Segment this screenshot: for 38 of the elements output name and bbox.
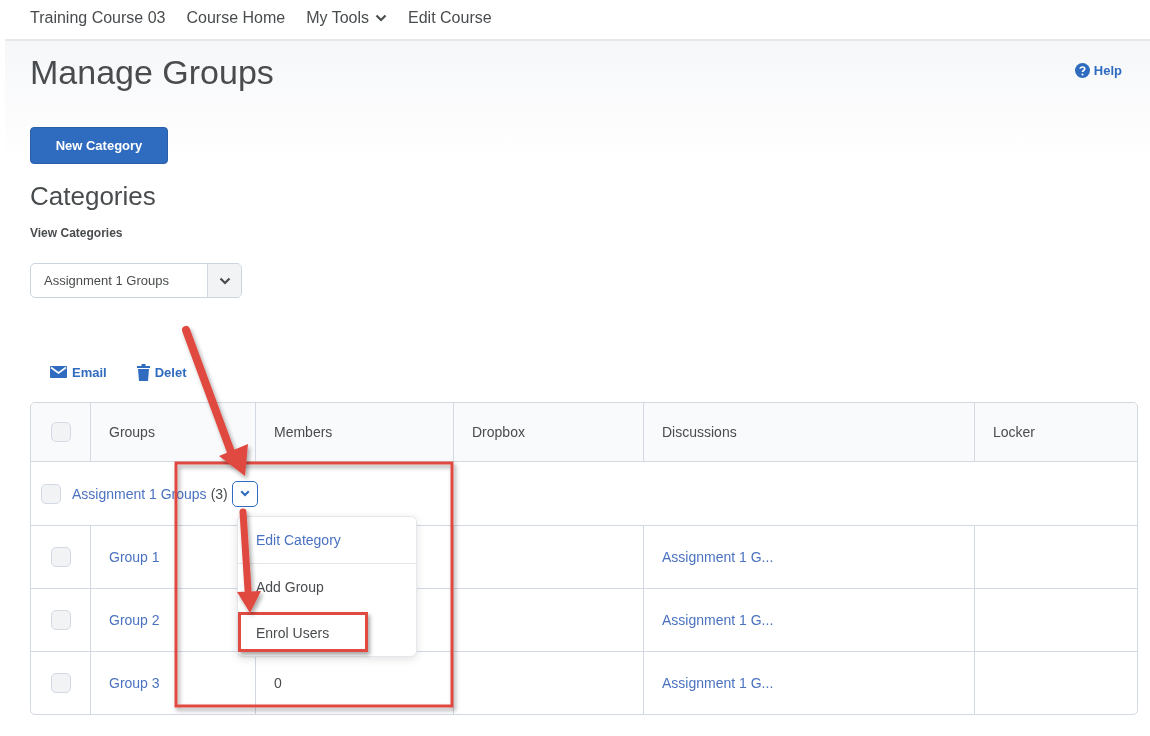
menu-item[interactable]: Edit Category (238, 517, 416, 563)
nav-link[interactable]: Course Home (186, 8, 286, 28)
section-heading: Categories (30, 180, 157, 212)
nav-link[interactable]: Edit Course (408, 8, 492, 28)
nav-link[interactable]: Training Course 03 (30, 8, 166, 28)
envelope-icon (50, 366, 67, 378)
trash-icon (136, 363, 150, 381)
category-select[interactable]: Assignment 1 Groups (30, 263, 242, 298)
help-icon (1074, 63, 1090, 78)
column-header: Groups (109, 424, 155, 440)
menu-toggle-button[interactable] (231, 480, 258, 507)
column-header: Dropbox (472, 424, 525, 440)
chevron-down-icon (218, 276, 231, 285)
menu-item[interactable]: Enrol Users (238, 612, 368, 652)
group-link[interactable]: Group 2 (109, 612, 160, 628)
checkbox[interactable] (50, 673, 71, 693)
member-count: 0 (274, 675, 282, 691)
checkbox[interactable] (50, 422, 71, 442)
help-link[interactable]: Help (1074, 63, 1122, 78)
filter-label: View Categories (30, 226, 124, 242)
discussion-link[interactable]: Assignment 1 G... (662, 549, 774, 565)
column-header: Members (274, 424, 333, 440)
column-header: Locker (993, 424, 1036, 440)
email-button[interactable]: Email (50, 362, 107, 382)
group-link[interactable]: Group 3 (109, 675, 160, 691)
page-title: Manage Groups (30, 52, 274, 93)
discussion-link[interactable]: Assignment 1 G... (662, 612, 774, 628)
delete-button[interactable]: Delet (136, 362, 187, 382)
new-category-button[interactable]: New Category (30, 127, 168, 164)
nav-link[interactable]: My Tools (306, 8, 388, 28)
chevron-down-icon (239, 490, 250, 497)
checkbox[interactable] (50, 547, 71, 567)
group-link[interactable]: Group 1 (109, 549, 160, 565)
group-count: (3) (210, 485, 228, 502)
checkbox[interactable] (50, 610, 71, 630)
column-header: Discussions (662, 424, 737, 440)
checkbox[interactable] (41, 483, 61, 504)
discussion-link[interactable]: Assignment 1 G... (662, 675, 774, 691)
